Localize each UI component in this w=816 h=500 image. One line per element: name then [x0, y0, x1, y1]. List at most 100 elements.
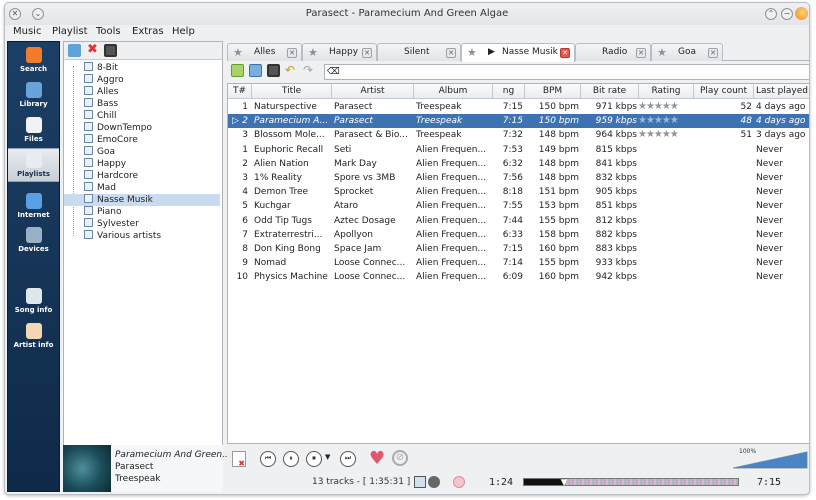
playlist-item[interactable]: Mad	[84, 182, 116, 194]
column-header[interactable]: BPM	[525, 84, 581, 99]
sidebar-item-internet[interactable]: Internet	[8, 190, 59, 224]
rating-stars[interactable]: ★★★★★	[638, 102, 679, 112]
rating-stars[interactable]: ★★★★★	[638, 116, 679, 126]
table-row[interactable]: 1 Euphoric Recall Seti Alien Frequen... 7:53…	[228, 143, 809, 157]
playlist-item[interactable]: Piano	[84, 206, 121, 218]
minimize-icon[interactable]: −	[781, 8, 793, 20]
table-row[interactable]: 7 Extraterrestri... Apollyon Alien Frequen.…	[228, 228, 809, 242]
table-row[interactable]: 4 Demon Tree Sprocket Alien Frequen... 8:18 1…	[228, 185, 809, 199]
tab-alles[interactable]: ★ Alles ✕	[227, 43, 302, 61]
stop-button[interactable]: ⏹	[306, 451, 322, 467]
playlist-item[interactable]: Bass	[84, 98, 118, 110]
clear-playlist-icon[interactable]: ✖	[232, 451, 246, 468]
load-playlist-icon[interactable]	[249, 64, 262, 77]
shuffle-icon[interactable]	[428, 476, 440, 488]
sidebar-item-files[interactable]: Files	[8, 114, 59, 148]
sidebar-item-devices[interactable]: Devices	[8, 224, 59, 258]
delete-playlist-icon[interactable]: ✖	[86, 43, 99, 57]
playlist-item[interactable]: Happy	[84, 158, 126, 170]
next-button[interactable]: ⏭	[340, 451, 356, 467]
playlist-item[interactable]: 8-Bit	[84, 62, 118, 74]
favorite-star-icon[interactable]: ★	[233, 44, 243, 61]
table-row[interactable]: 2 Alien Nation Mark Day Alien Frequen... 6:3…	[228, 157, 809, 171]
column-header[interactable]: Album	[414, 84, 493, 99]
column-header[interactable]: Last played	[754, 84, 809, 99]
favorite-star-icon[interactable]: ★	[657, 44, 667, 61]
close-tab-icon[interactable]: ✕	[446, 48, 456, 58]
tab-happy[interactable]: ★ Happy ✕	[302, 43, 377, 61]
close-tab-icon[interactable]: ✕	[560, 48, 570, 58]
column-header[interactable]: Artist	[332, 84, 414, 99]
table-row[interactable]: 3 Blossom Mole... Parasect & Bio... Treespe…	[228, 128, 809, 142]
stop-menu-icon[interactable]: ▼	[325, 453, 330, 461]
table-row[interactable]: ▷ 2 Paramecium A... Parasect Treespeak 7:15 15…	[228, 114, 809, 129]
sidebar-item-library[interactable]: Library	[8, 79, 59, 113]
playing-icon: ▶	[488, 47, 495, 57]
table-row[interactable]: 3 1% Reality Spore vs 3MB Alien Frequen... 7…	[228, 171, 809, 185]
save-icon[interactable]	[267, 64, 280, 77]
seek-thumb[interactable]: ▼	[561, 478, 568, 488]
menu-playlist[interactable]: Playlist	[52, 26, 88, 37]
column-header[interactable]: Rating	[639, 84, 694, 99]
cell-n: 8	[242, 244, 248, 254]
playlist-item[interactable]: Nasse Musik	[64, 194, 220, 206]
table-row[interactable]: 1 Naturspective Parasect Treespeak 7:15 150 b…	[228, 100, 809, 114]
sidebar-item-label: Playlists	[16, 170, 51, 178]
scrobble-icon[interactable]	[453, 476, 465, 488]
sidebar-item-artist-info[interactable]: Artist info	[8, 320, 59, 354]
playlist-mode-icon[interactable]	[414, 476, 426, 488]
column-header[interactable]: Title	[252, 84, 332, 99]
menu-extras[interactable]: Extras	[132, 26, 164, 37]
tab-nasse-musik[interactable]: ★ ▶ Nasse Musik ✕	[461, 43, 575, 62]
close-tab-icon[interactable]: ✕	[708, 48, 718, 58]
sidebar-item-playlists[interactable]: Playlists	[8, 148, 59, 182]
playlist-item[interactable]: Aggro	[84, 74, 124, 86]
redo-icon[interactable]: ↷	[303, 64, 316, 77]
table-row[interactable]: 9 Nomad Loose Connec... Alien Frequen... 7:1…	[228, 256, 809, 270]
column-header[interactable]: ng	[493, 84, 525, 99]
playlist-item[interactable]: Alles	[84, 86, 118, 98]
favorite-star-icon[interactable]: ★	[467, 44, 477, 61]
playlist-item[interactable]: Chill	[84, 110, 117, 122]
table-row[interactable]: 5 Kuchgar Ataro Alien Frequen... 7:55 153 bpm…	[228, 199, 809, 213]
cell-title: Extraterrestri...	[254, 229, 323, 240]
pause-button[interactable]: ⏸	[283, 451, 299, 467]
playlist-item[interactable]: EmoCore	[84, 134, 138, 146]
table-row[interactable]: 8 Don King Bong Space Jam Alien Frequen... 7…	[228, 242, 809, 256]
playlist-item[interactable]: Hardcore	[84, 170, 138, 182]
column-header[interactable]: Bit rate	[581, 84, 639, 99]
menu-help[interactable]: Help	[172, 26, 195, 37]
undo-icon[interactable]: ↶	[285, 64, 298, 77]
tab-radio[interactable]: Radio ✕	[575, 43, 651, 61]
playlist-item[interactable]: Goa	[84, 146, 115, 158]
table-row[interactable]: 10 Physics Machine Loose Connec... Alien Fr…	[228, 270, 809, 284]
column-header[interactable]: T#	[228, 84, 252, 99]
clear-filter-icon[interactable]: ⌫	[327, 67, 340, 77]
playlist-item[interactable]: DownTempo	[84, 122, 152, 134]
ban-icon[interactable]: ⊘	[392, 450, 408, 466]
save-playlist-icon[interactable]	[104, 44, 117, 57]
menu-tools[interactable]: Tools	[96, 26, 121, 37]
close-tab-icon[interactable]: ✕	[362, 48, 372, 58]
new-playlist-icon[interactable]	[68, 44, 81, 57]
playlist-item[interactable]: Sylvester	[84, 218, 139, 230]
sidebar-item-song-info[interactable]: Song info	[8, 285, 59, 319]
keep-above-icon[interactable]: ⌃	[765, 8, 777, 20]
previous-button[interactable]: ⏮	[260, 451, 276, 467]
column-header[interactable]: Play count	[694, 84, 754, 99]
playlist-item[interactable]: Various artists	[84, 230, 161, 242]
love-icon[interactable]: ♥	[369, 448, 385, 469]
filter-input[interactable]: ⌫	[324, 64, 809, 80]
seek-slider[interactable]: ▼	[523, 478, 739, 488]
table-row[interactable]: 6 Odd Tip Tugs Aztec Dosage Alien Frequen..…	[228, 214, 809, 228]
tab-silent[interactable]: Silent ✕	[377, 43, 461, 61]
close-tab-icon[interactable]: ✕	[636, 48, 646, 58]
menu-music[interactable]: Music	[13, 26, 41, 37]
new-tab-icon[interactable]	[231, 64, 244, 77]
tab-goa[interactable]: ★ Goa ✕	[651, 43, 723, 61]
volume-slider[interactable]: 100%	[732, 448, 809, 470]
close-tab-icon[interactable]: ✕	[287, 48, 297, 58]
favorite-star-icon[interactable]: ★	[308, 44, 318, 61]
rating-stars[interactable]: ★★★★★	[638, 130, 679, 140]
sidebar-item-search[interactable]: Search	[8, 44, 59, 78]
